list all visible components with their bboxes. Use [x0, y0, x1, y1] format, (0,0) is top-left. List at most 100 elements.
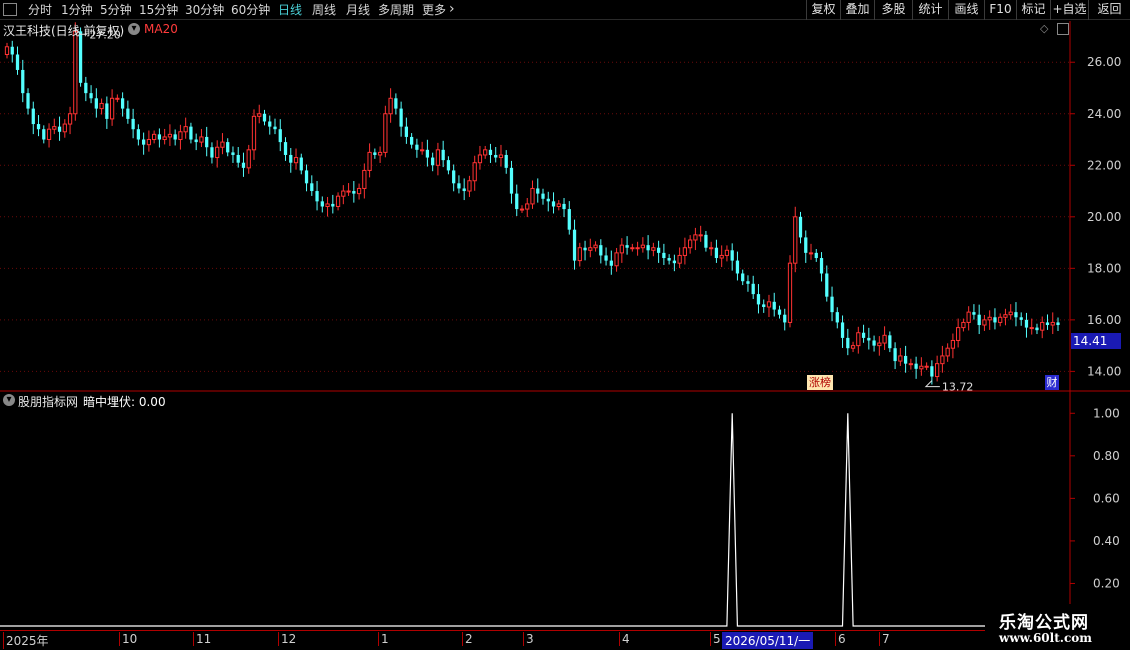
candle[interactable]: [441, 140, 445, 168]
candle[interactable]: [220, 133, 225, 155]
candle[interactable]: [304, 164, 309, 192]
candle[interactable]: [793, 206, 798, 273]
candle[interactable]: [1040, 316, 1045, 339]
candle[interactable]: [167, 124, 173, 146]
candle[interactable]: [672, 254, 677, 272]
candle[interactable]: [1029, 318, 1034, 335]
candle[interactable]: [335, 192, 341, 211]
candle[interactable]: [120, 92, 125, 117]
candle[interactable]: [131, 108, 135, 139]
candle[interactable]: [142, 132, 146, 155]
candle[interactable]: [362, 163, 367, 199]
candle[interactable]: [246, 144, 251, 174]
candle[interactable]: [15, 46, 20, 75]
candle[interactable]: [388, 88, 393, 123]
candle[interactable]: [367, 143, 372, 178]
candle[interactable]: [882, 326, 887, 351]
candle[interactable]: [356, 183, 362, 200]
candle[interactable]: [825, 265, 829, 302]
candle[interactable]: [850, 341, 856, 353]
candle[interactable]: [320, 196, 324, 213]
candle[interactable]: [146, 130, 152, 152]
indicator-chart[interactable]: 1.00 0.80 0.60 0.40 0.20: [0, 392, 1130, 630]
candle[interactable]: [299, 153, 303, 175]
candle[interactable]: [226, 138, 230, 157]
candle[interactable]: [604, 247, 608, 266]
candle[interactable]: [877, 336, 882, 356]
candle[interactable]: [662, 243, 666, 265]
candle[interactable]: [4, 42, 10, 59]
candle[interactable]: [21, 59, 25, 103]
candle[interactable]: [982, 314, 987, 331]
candle[interactable]: [783, 308, 787, 331]
chevron-down-icon[interactable]: ▾: [3, 394, 15, 406]
candle[interactable]: [462, 178, 466, 201]
candle[interactable]: [26, 88, 30, 115]
candle[interactable]: [819, 252, 824, 282]
candle[interactable]: [457, 175, 461, 194]
toolbar-button-5[interactable]: F10: [984, 0, 1016, 20]
candle[interactable]: [945, 343, 950, 362]
candle[interactable]: [903, 345, 908, 373]
candle[interactable]: [966, 306, 971, 331]
candle[interactable]: [972, 304, 976, 320]
toolbar-button-3[interactable]: 统计: [912, 0, 948, 20]
toolbar-button-6[interactable]: 标记: [1016, 0, 1050, 20]
candle[interactable]: [530, 180, 535, 209]
candle[interactable]: [415, 138, 419, 158]
candle[interactable]: [283, 137, 288, 161]
candle[interactable]: [273, 118, 277, 135]
candle[interactable]: [178, 124, 183, 150]
candle[interactable]: [599, 239, 603, 264]
candle[interactable]: [162, 128, 167, 145]
candle[interactable]: [730, 243, 734, 271]
candle[interactable]: [714, 239, 719, 263]
candle[interactable]: [914, 356, 918, 379]
candle[interactable]: [698, 225, 703, 242]
candle[interactable]: [157, 128, 162, 148]
period-tab-0[interactable]: 分时: [28, 1, 52, 19]
candle[interactable]: [609, 250, 613, 275]
candle[interactable]: [257, 104, 262, 124]
candle[interactable]: [189, 122, 193, 144]
candle[interactable]: [667, 254, 671, 265]
candle[interactable]: [509, 160, 514, 204]
candle[interactable]: [42, 125, 46, 144]
candle[interactable]: [425, 139, 430, 167]
candle[interactable]: [861, 324, 866, 343]
candle[interactable]: [46, 123, 52, 148]
candle[interactable]: [888, 331, 892, 353]
candle[interactable]: [404, 117, 409, 144]
candle[interactable]: [987, 310, 992, 330]
candle[interactable]: [519, 205, 525, 213]
candle[interactable]: [551, 192, 556, 214]
candle[interactable]: [341, 185, 346, 205]
candle[interactable]: [846, 328, 850, 356]
candle[interactable]: [1019, 312, 1023, 326]
candle[interactable]: [588, 238, 593, 258]
candle[interactable]: [724, 245, 730, 262]
candle[interactable]: [682, 237, 688, 265]
candle[interactable]: [741, 269, 745, 286]
candle[interactable]: [787, 255, 793, 328]
candle[interactable]: [541, 188, 545, 205]
candle[interactable]: [268, 115, 272, 135]
candle[interactable]: [498, 144, 504, 167]
candle[interactable]: [719, 245, 724, 268]
candle[interactable]: [420, 141, 425, 155]
candle[interactable]: [751, 275, 755, 299]
candle[interactable]: [777, 305, 782, 319]
toolbar-button-0[interactable]: 复权: [806, 0, 840, 20]
candle[interactable]: [205, 126, 209, 157]
candle[interactable]: [693, 227, 698, 251]
candle[interactable]: [1014, 302, 1018, 327]
menu-grid-icon[interactable]: [3, 3, 17, 16]
candle[interactable]: [772, 292, 776, 317]
candle[interactable]: [1045, 314, 1050, 330]
candle[interactable]: [756, 284, 761, 314]
candle[interactable]: [593, 241, 598, 252]
candle[interactable]: [199, 128, 204, 147]
diamond-icon[interactable]: ◇: [1040, 22, 1048, 35]
candle[interactable]: [289, 148, 293, 173]
candlestick-chart[interactable]: 26.0024.0022.0020.0018.0016.0014.0027.20…: [0, 21, 1130, 394]
